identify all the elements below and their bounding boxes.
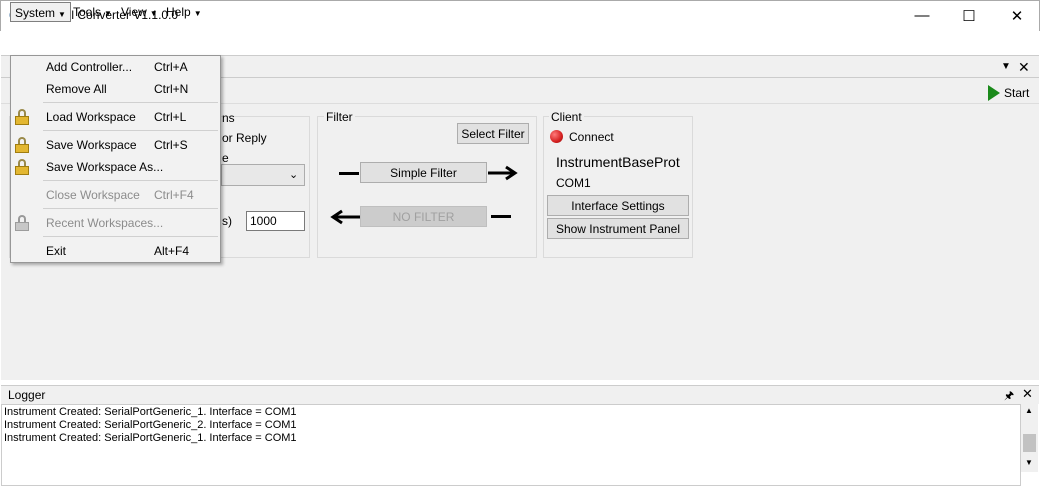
- arrow-right-icon: [488, 165, 518, 184]
- log-line: Instrument Created: SerialPortGeneric_1.…: [4, 432, 297, 444]
- client-label: Client: [549, 110, 584, 124]
- lock-icon: [15, 159, 29, 175]
- status-led-icon: [550, 130, 563, 143]
- document-close-button[interactable]: ✕: [1018, 59, 1030, 76]
- menu-item-exit[interactable]: Exit Alt+F4: [11, 240, 220, 262]
- select-filter-button[interactable]: Select Filter: [457, 123, 529, 144]
- logger-scrollbar[interactable]: ▲ ▼: [1021, 404, 1038, 472]
- chevron-down-icon: ▼: [58, 10, 66, 19]
- menu-system[interactable]: System ▼: [10, 2, 71, 22]
- menu-tools[interactable]: Tools ▼: [69, 2, 116, 22]
- menu-separator: [43, 102, 218, 103]
- menu-separator: [43, 236, 218, 237]
- scroll-down-icon[interactable]: ▼: [1025, 458, 1033, 467]
- log-line: Instrument Created: SerialPortGeneric_2.…: [4, 419, 297, 431]
- menu-item-recent-workspaces[interactable]: Recent Workspaces...: [11, 212, 220, 234]
- timeout-label-fragment: s): [222, 214, 232, 228]
- maximize-button[interactable]: ☐: [946, 0, 992, 31]
- menu-item-remove-all[interactable]: Remove All Ctrl+N: [11, 78, 220, 100]
- tab-list-dropdown[interactable]: ▼: [1001, 61, 1011, 72]
- instrument-name: InstrumentBaseProt: [556, 154, 680, 170]
- menu-separator: [43, 130, 218, 131]
- menu-item-close-workspace[interactable]: Close Workspace Ctrl+F4: [11, 184, 220, 206]
- menu-item-load-workspace[interactable]: Load Workspace Ctrl+L: [11, 106, 220, 128]
- simple-filter-button[interactable]: Simple Filter: [360, 162, 487, 183]
- lock-icon: [15, 215, 29, 231]
- timeout-field[interactable]: 1000: [246, 211, 305, 231]
- play-icon: [988, 85, 1000, 101]
- controller-label-fragment: ns: [222, 111, 235, 125]
- interface-settings-button[interactable]: Interface Settings: [547, 195, 689, 216]
- log-line: Instrument Created: SerialPortGeneric_1.…: [4, 406, 297, 418]
- menu-view[interactable]: View ▼: [117, 2, 162, 22]
- chevron-down-icon: ▼: [193, 9, 202, 18]
- menu-separator: [43, 208, 218, 209]
- menu-item-save-workspace-as[interactable]: Save Workspace As...: [11, 156, 220, 178]
- close-button[interactable]: ✕: [994, 0, 1040, 31]
- menu-help[interactable]: Help ▼: [162, 2, 206, 22]
- menu-bar: [1, 31, 1039, 55]
- minimize-button[interactable]: —: [899, 0, 945, 31]
- arrow-line: [339, 172, 359, 175]
- menu-separator: [43, 180, 218, 181]
- scroll-up-icon[interactable]: ▲: [1025, 406, 1033, 415]
- scroll-thumb[interactable]: [1023, 434, 1036, 452]
- mode-label-fragment: e: [222, 151, 229, 165]
- no-filter-button[interactable]: NO FILTER: [360, 206, 487, 227]
- port-label: COM1: [556, 176, 591, 190]
- logger-header: [1, 385, 1039, 404]
- arrow-left-icon: [330, 209, 360, 228]
- logger-title: Logger: [8, 388, 46, 402]
- lock-icon: [15, 109, 29, 125]
- menu-item-save-workspace[interactable]: Save Workspace Ctrl+S: [11, 134, 220, 156]
- chevron-down-icon: ▼: [149, 9, 158, 18]
- arrow-line: [491, 215, 511, 218]
- chevron-down-icon: ⌄: [289, 169, 299, 181]
- show-instrument-panel-button[interactable]: Show Instrument Panel: [547, 218, 689, 239]
- connect-label[interactable]: Connect: [569, 130, 614, 144]
- lock-icon: [15, 137, 29, 153]
- menu-item-add-controller[interactable]: Add Controller... Ctrl+A: [11, 56, 220, 78]
- reply-label-fragment: or Reply: [222, 131, 267, 145]
- chevron-down-icon: ▼: [104, 9, 112, 18]
- start-button[interactable]: Start: [988, 84, 1029, 102]
- mode-select[interactable]: ⌄: [221, 164, 305, 186]
- logger-close-button[interactable]: ✕: [1022, 386, 1033, 402]
- filter-label: Filter: [324, 110, 355, 124]
